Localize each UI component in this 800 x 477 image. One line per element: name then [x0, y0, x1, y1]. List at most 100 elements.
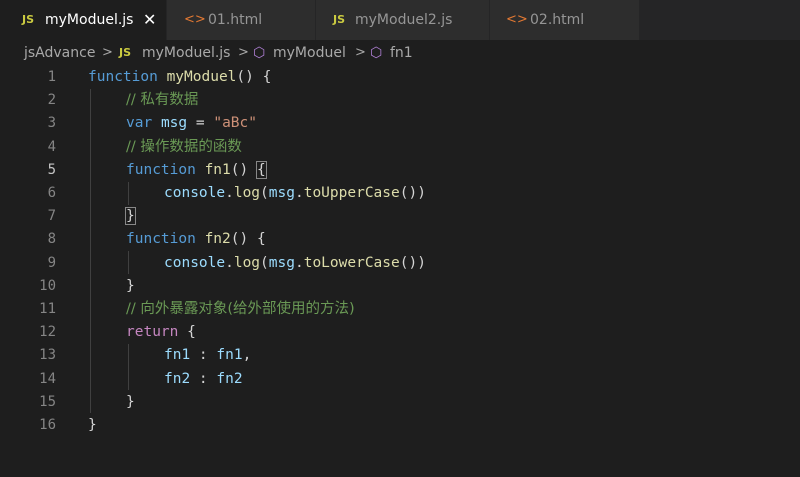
code-line-15: } — [126, 391, 135, 414]
close-icon[interactable]: ✕ — [143, 0, 156, 40]
code-line-5: function fn1() { — [126, 159, 267, 182]
line-number: 14 — [39, 370, 56, 387]
line-number: 13 — [39, 347, 56, 364]
punctuation-token: } — [126, 277, 135, 294]
keyword-token: var — [126, 115, 153, 132]
punctuation-token: ( — [260, 254, 269, 271]
code-editor[interactable]: 1 2 3 4 5 6 7 8 9 10 11 12 13 14 15 16 f… — [0, 66, 800, 477]
line-number: 7 — [47, 208, 56, 225]
line-number: 15 — [39, 393, 56, 410]
variable-token: console — [164, 185, 226, 201]
javascript-file-icon: JS — [119, 46, 132, 59]
comment-token: // 私有数据 — [126, 92, 199, 109]
operator-token: = — [187, 115, 214, 132]
property-token: fn2 — [164, 370, 191, 387]
javascript-file-icon: JS — [22, 13, 35, 26]
code-line-14: fn2 : fn2 — [164, 368, 243, 391]
operator-token: : — [190, 347, 217, 364]
line-number: 11 — [39, 301, 56, 317]
code-line-12: return { — [126, 321, 196, 344]
tab-mymoduel-js[interactable]: JS myModuel.js ✕ — [0, 0, 167, 40]
variable-token: msg — [160, 115, 188, 132]
punctuation-token: () { — [230, 231, 266, 248]
punctuation-token: () { — [236, 69, 272, 85]
punctuation-token: () — [230, 161, 257, 178]
keyword-token: function — [126, 231, 196, 248]
tab-label: myModuel.js — [45, 12, 134, 28]
breadcrumb: jsAdvance > JS myModuel.js > ⬡ myModuel … — [0, 40, 800, 66]
punctuation-token: , — [242, 347, 252, 364]
code-line-2: // 私有数据 — [126, 89, 198, 112]
code-line-3: var msg = "aBc" — [126, 112, 257, 135]
line-number: 16 — [39, 417, 56, 433]
line-number: 8 — [47, 231, 56, 248]
tab-02-html[interactable]: <> 02.html — [490, 0, 640, 40]
bracket-match-close: } — [125, 207, 136, 226]
tab-label: 02.html — [530, 12, 585, 28]
javascript-file-icon: JS — [333, 13, 346, 26]
code-line-16: } — [88, 414, 97, 437]
variable-token: console — [164, 254, 226, 271]
string-token: "aBc" — [213, 115, 257, 132]
punctuation-token: ()) — [399, 254, 426, 271]
variable-token: fn2 — [216, 370, 243, 387]
line-number: 6 — [47, 185, 56, 201]
code-line-7: } — [125, 205, 136, 228]
breadcrumb-function-fn1[interactable]: fn1 — [390, 40, 413, 66]
code-line-8: function fn2() { — [126, 228, 266, 251]
method-token: toLowerCase — [303, 254, 400, 271]
indent-guide — [128, 344, 129, 390]
method-token: log — [233, 254, 261, 271]
line-number: 3 — [47, 115, 56, 132]
html-file-icon: <> — [506, 12, 528, 27]
punctuation-token: { — [178, 324, 196, 341]
punctuation-token: . — [294, 254, 304, 271]
punctuation-token: . — [294, 185, 304, 201]
chevron-right-icon: > — [238, 45, 249, 60]
method-token: toUpperCase — [303, 185, 400, 201]
line-number: 12 — [39, 324, 56, 341]
line-number: 4 — [47, 138, 56, 155]
line-number: 5 — [47, 161, 56, 178]
punctuation-token: . — [225, 185, 234, 201]
tab-label: 01.html — [208, 12, 263, 28]
chevron-right-icon: > — [102, 45, 113, 60]
indent-guide — [128, 182, 129, 205]
chevron-right-icon: > — [355, 45, 366, 60]
punctuation-token: ()) — [399, 185, 426, 201]
comment-token: // 向外暴露对象(给外部使用的方法) — [126, 301, 355, 317]
code-line-4: // 操作数据的函数 — [126, 136, 242, 159]
indent-guide — [128, 251, 129, 274]
method-token: log — [233, 185, 261, 201]
code-line-6: console.log(msg.toUpperCase()) — [164, 182, 426, 205]
line-number: 10 — [39, 277, 56, 294]
tab-label: myModuel2.js — [355, 12, 453, 28]
punctuation-token: } — [126, 393, 135, 410]
line-number: 1 — [47, 69, 56, 85]
breadcrumb-file[interactable]: myModuel.js — [142, 40, 230, 66]
function-name-token: fn1 — [204, 161, 231, 178]
property-token: fn1 — [164, 347, 191, 364]
line-number: 2 — [47, 92, 56, 109]
keyword-token: function — [88, 69, 158, 85]
code-line-1: function myModuel() { — [88, 66, 271, 89]
punctuation-token: ( — [260, 185, 269, 201]
code-line-10: } — [126, 275, 135, 298]
tab-01-html[interactable]: <> 01.html — [167, 0, 316, 40]
function-name-token: myModuel — [166, 69, 237, 85]
code-line-13: fn1 : fn1, — [164, 344, 251, 367]
tab-mymoduel2-js[interactable]: JS myModuel2.js — [316, 0, 490, 40]
line-number: 9 — [47, 254, 56, 271]
indent-guide — [90, 89, 91, 413]
breadcrumb-function-mymoduel[interactable]: myModuel — [273, 40, 346, 66]
function-name-token: fn2 — [204, 231, 231, 248]
variable-token: msg — [268, 185, 295, 201]
method-cube-icon: ⬡ — [370, 45, 383, 61]
method-cube-icon: ⬡ — [253, 45, 266, 61]
breadcrumb-folder[interactable]: jsAdvance — [24, 40, 95, 66]
punctuation-token: } — [88, 417, 97, 433]
variable-token: fn1 — [216, 347, 243, 364]
